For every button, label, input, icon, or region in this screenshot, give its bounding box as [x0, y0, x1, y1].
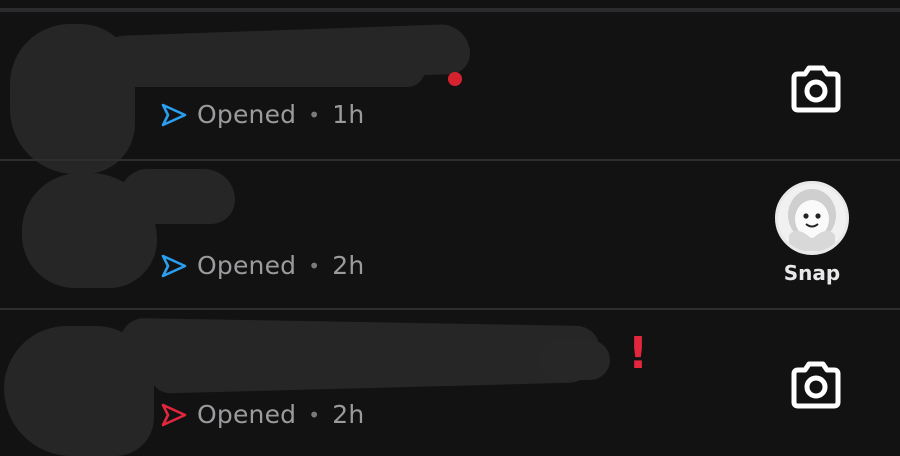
separator-dot: • [308, 102, 321, 127]
separator-dot: • [308, 402, 321, 427]
ghost-avatar-icon [788, 189, 836, 251]
sent-arrow-icon [161, 403, 187, 426]
emoji-fragment [448, 72, 462, 86]
snap-avatar[interactable] [775, 181, 849, 255]
separator-dot: • [308, 253, 321, 278]
status-time: 2h [332, 251, 365, 280]
status-time: 2h [332, 400, 365, 429]
status-label: Opened [197, 100, 297, 129]
redacted-name [120, 169, 235, 224]
sent-arrow-icon [161, 254, 187, 277]
chat-status: Opened • 2h [160, 251, 364, 280]
snap-label: Snap [783, 261, 841, 285]
camera-icon[interactable] [788, 64, 844, 114]
chat-status: Opened • 1h [160, 100, 364, 129]
redacted-name [540, 340, 610, 380]
camera-icon[interactable] [788, 360, 844, 410]
chat-row[interactable]: Opened • 1h [0, 12, 900, 174]
exclamation-mark: ! [628, 328, 649, 379]
chat-status: Opened • 2h [160, 400, 364, 429]
status-label: Opened [197, 251, 297, 280]
status-label: Opened [197, 400, 297, 429]
chat-row[interactable]: ! Opened • 2h [0, 310, 900, 456]
sent-arrow-icon [161, 103, 187, 126]
status-time: 1h [332, 100, 365, 129]
redacted-name [95, 52, 425, 87]
snap-button[interactable]: Snap [772, 181, 852, 285]
chat-row[interactable]: Opened • 2h Snap [0, 161, 900, 309]
